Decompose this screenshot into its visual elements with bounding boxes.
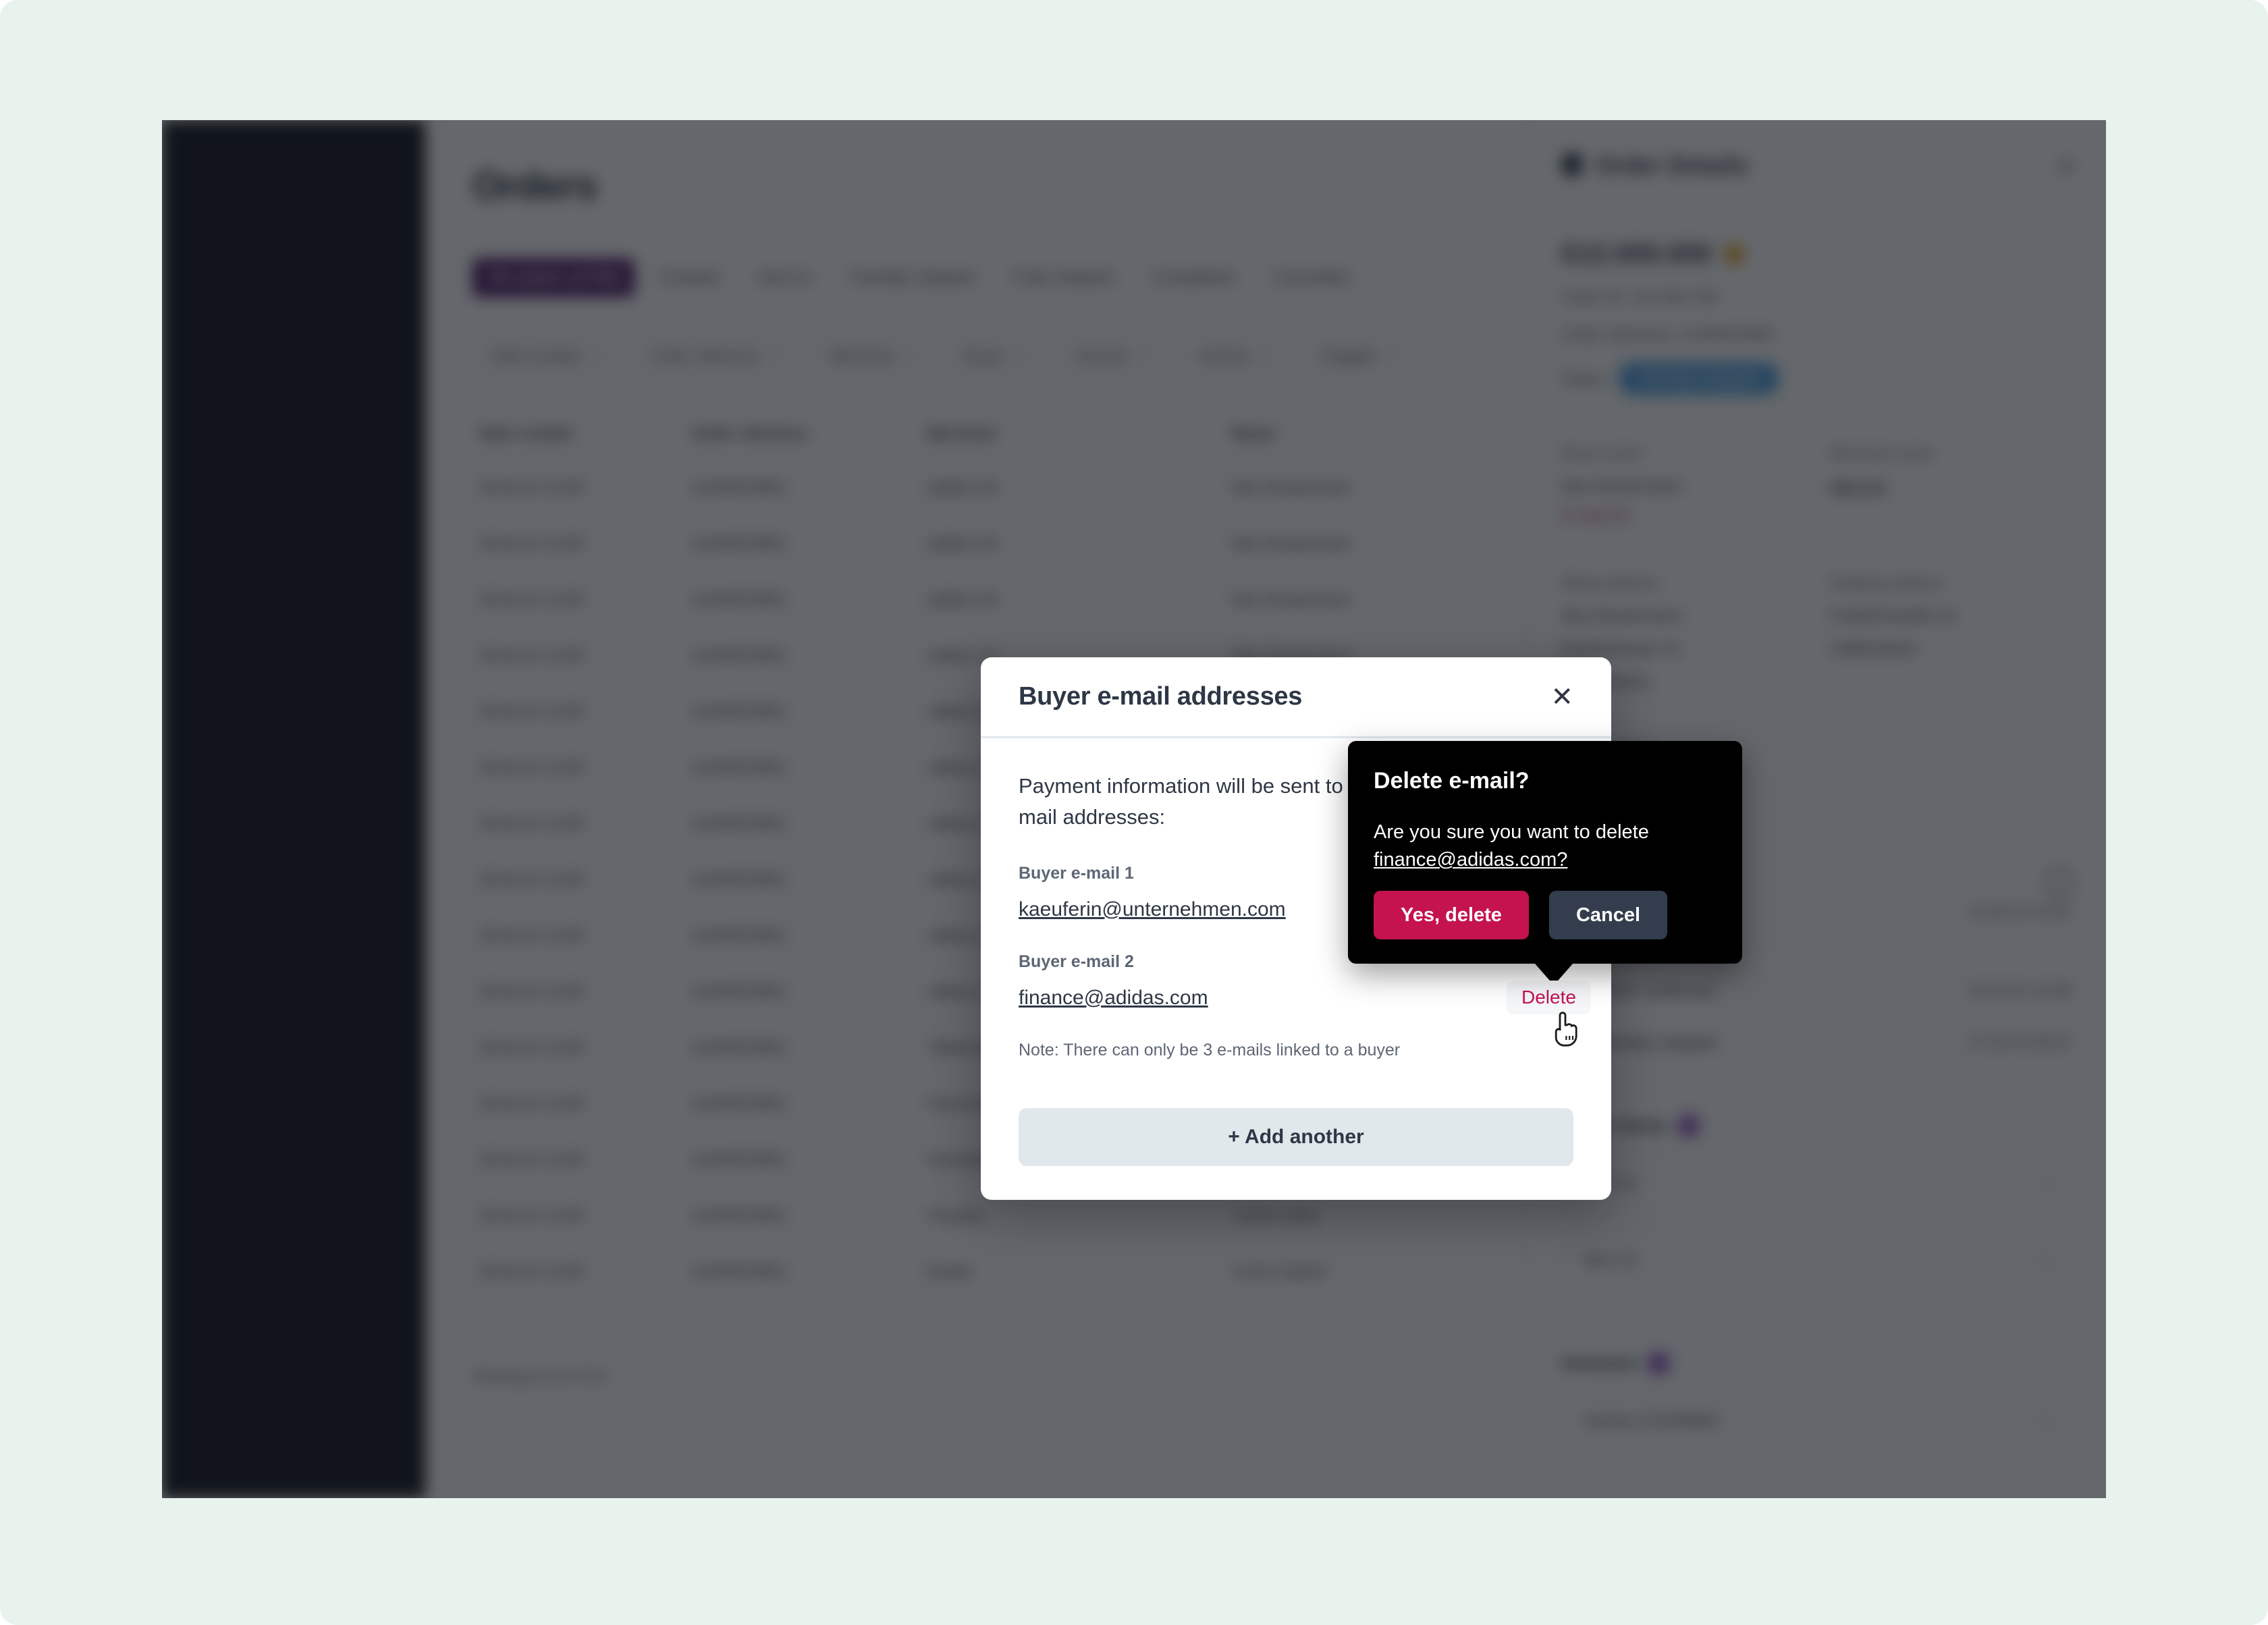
page-canvas: Orders All orders (1719) Created Sent to… <box>0 0 2268 1625</box>
add-another-button[interactable]: + Add another <box>1019 1108 1573 1166</box>
confirm-delete-button[interactable]: Yes, delete <box>1374 891 1529 939</box>
confirm-email: finance@adidas.com? <box>1374 849 1568 871</box>
confirm-actions: Yes, delete Cancel <box>1374 891 1668 939</box>
cancel-button[interactable]: Cancel <box>1548 891 1668 939</box>
close-icon[interactable]: ✕ <box>1550 684 1573 711</box>
app-window: Orders All orders (1719) Created Sent to… <box>162 120 2106 1498</box>
delete-email-link[interactable]: Delete <box>1507 981 1591 1014</box>
delete-confirm-popover: Delete e-mail? Are you sure you want to … <box>1348 741 1742 964</box>
confirm-question-prefix: Are you sure you want to delete <box>1374 821 1649 843</box>
buyer-email-2-value[interactable]: finance@adidas.com <box>1019 987 1208 1010</box>
modal-note: Note: There can only be 3 e-mails linked… <box>1019 1040 1401 1059</box>
modal-header: Buyer e-mail addresses ✕ <box>981 657 1611 738</box>
confirm-title: Delete e-mail? <box>1374 768 1530 794</box>
buyer-email-1-value[interactable]: kaeuferin@unternehmen.com <box>1019 898 1286 921</box>
modal-title: Buyer e-mail addresses <box>1019 682 1303 711</box>
confirm-question: Are you sure you want to delete finance@… <box>1374 819 1717 874</box>
